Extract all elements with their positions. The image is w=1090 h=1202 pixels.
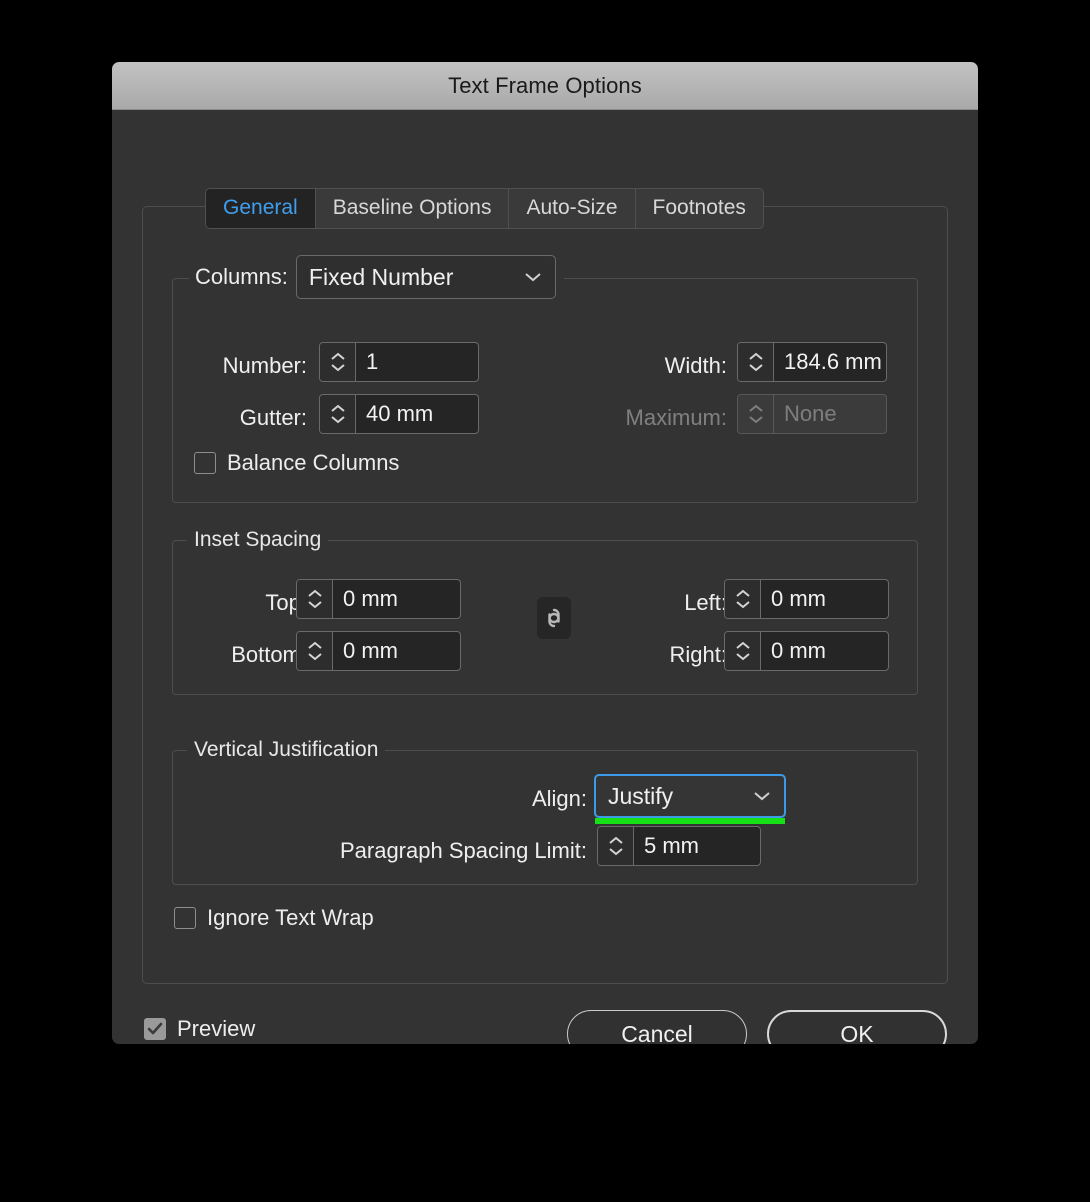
maximum-input: None xyxy=(737,394,887,434)
gutter-input[interactable]: 40 mm xyxy=(319,394,479,434)
text-frame-options-dialog: Text Frame Options General Baseline Opti… xyxy=(112,62,978,1044)
tab-general[interactable]: General xyxy=(206,189,316,228)
inset-right-input[interactable]: 0 mm xyxy=(724,631,889,671)
cancel-button-label: Cancel xyxy=(621,1021,693,1045)
stepper-arrows-icon[interactable] xyxy=(297,632,333,670)
stepper-arrows-icon[interactable] xyxy=(725,580,761,618)
paragraph-spacing-limit-value: 5 mm xyxy=(634,827,760,865)
ignore-text-wrap-checkbox[interactable]: Ignore Text Wrap xyxy=(174,905,374,931)
ok-button[interactable]: OK xyxy=(767,1010,947,1044)
inset-top-input[interactable]: 0 mm xyxy=(296,579,461,619)
columns-legend: Columns: Fixed Number xyxy=(189,255,564,299)
align-dropdown[interactable]: Justify xyxy=(594,774,786,818)
number-label: Number: xyxy=(192,353,307,379)
dialog-body: General Baseline Options Auto-Size Footn… xyxy=(112,110,978,1044)
tab-footnotes[interactable]: Footnotes xyxy=(636,189,763,228)
dialog-titlebar: Text Frame Options xyxy=(112,62,978,110)
number-value: 1 xyxy=(356,343,478,381)
columns-type-dropdown[interactable]: Fixed Number xyxy=(296,255,556,299)
maximum-label: Maximum: xyxy=(530,405,727,431)
chain-link-icon[interactable] xyxy=(537,597,571,639)
ignore-text-wrap-label: Ignore Text Wrap xyxy=(207,905,374,931)
inset-bottom-input[interactable]: 0 mm xyxy=(296,631,461,671)
gutter-label: Gutter: xyxy=(192,405,307,431)
preview-checkbox[interactable]: Preview xyxy=(144,1016,255,1042)
columns-label: Columns: xyxy=(189,264,296,290)
columns-type-value: Fixed Number xyxy=(309,264,513,291)
dialog-title: Text Frame Options xyxy=(448,73,642,99)
inset-left-value: 0 mm xyxy=(761,580,888,618)
stepper-arrows-icon xyxy=(738,395,774,433)
cancel-button[interactable]: Cancel xyxy=(567,1010,747,1044)
tab-baseline-options[interactable]: Baseline Options xyxy=(316,189,510,228)
number-input[interactable]: 1 xyxy=(319,342,479,382)
inset-spacing-legend: Inset Spacing xyxy=(187,528,328,552)
stepper-arrows-icon[interactable] xyxy=(320,395,356,433)
chevron-down-icon xyxy=(523,271,543,283)
checkbox-box[interactable] xyxy=(174,907,196,929)
vertical-justification-legend: Vertical Justification xyxy=(187,738,385,762)
inset-top-label: Top: xyxy=(192,590,307,616)
paragraph-spacing-limit-input[interactable]: 5 mm xyxy=(597,826,761,866)
stepper-arrows-icon[interactable] xyxy=(725,632,761,670)
width-input[interactable]: 184.6 mm xyxy=(737,342,887,382)
maximum-value: None xyxy=(774,395,886,433)
preview-label: Preview xyxy=(177,1016,255,1042)
tab-strip: General Baseline Options Auto-Size Footn… xyxy=(205,188,764,229)
stepper-arrows-icon[interactable] xyxy=(738,343,774,381)
width-label: Width: xyxy=(572,353,727,379)
inset-bottom-value: 0 mm xyxy=(333,632,460,670)
balance-columns-label: Balance Columns xyxy=(227,450,399,476)
chevron-down-icon xyxy=(752,790,772,802)
paragraph-spacing-limit-label: Paragraph Spacing Limit: xyxy=(282,838,587,864)
gutter-value: 40 mm xyxy=(356,395,478,433)
inset-right-value: 0 mm xyxy=(761,632,888,670)
width-value: 184.6 mm xyxy=(774,343,886,381)
inset-bottom-label: Bottom: xyxy=(160,642,307,668)
inset-top-value: 0 mm xyxy=(333,580,460,618)
checkbox-box[interactable] xyxy=(144,1018,166,1040)
checkbox-box[interactable] xyxy=(194,452,216,474)
stepper-arrows-icon[interactable] xyxy=(598,827,634,865)
inset-left-input[interactable]: 0 mm xyxy=(724,579,889,619)
tab-auto-size[interactable]: Auto-Size xyxy=(509,189,635,228)
ok-button-label: OK xyxy=(840,1021,873,1045)
stepper-arrows-icon[interactable] xyxy=(320,343,356,381)
align-value: Justify xyxy=(608,783,742,810)
vertical-justification-group: Vertical Justification xyxy=(172,750,918,885)
align-label: Align: xyxy=(492,786,587,812)
balance-columns-checkbox[interactable]: Balance Columns xyxy=(194,450,399,476)
stepper-arrows-icon[interactable] xyxy=(297,580,333,618)
inset-right-label: Right: xyxy=(612,642,727,668)
inset-left-label: Left: xyxy=(630,590,727,616)
